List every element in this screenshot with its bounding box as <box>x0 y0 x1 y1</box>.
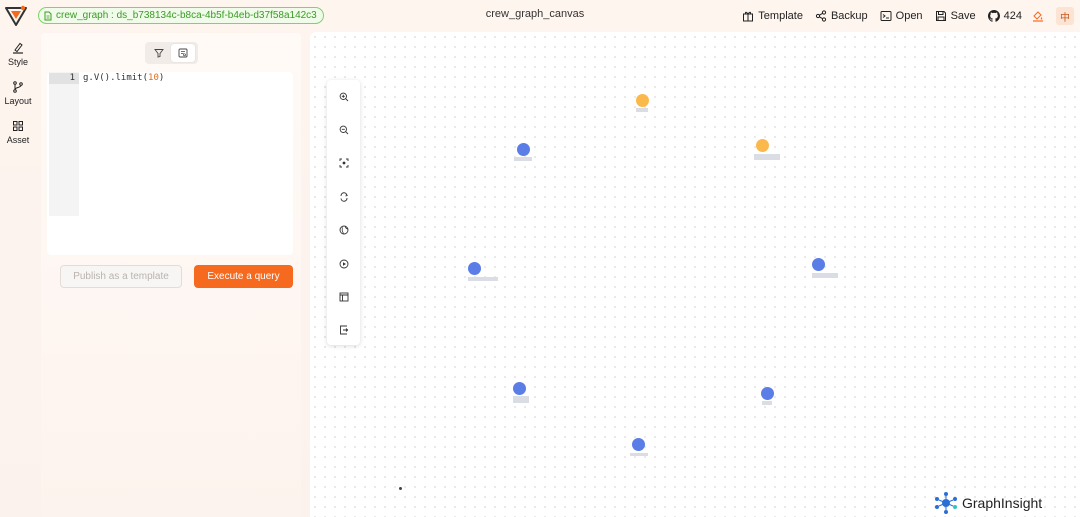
brush-icon <box>13 42 23 54</box>
graph-node[interactable] <box>468 262 481 275</box>
code-number: 10 <box>148 73 159 83</box>
node-label <box>468 277 498 281</box>
brand-watermark: GraphInsight <box>934 491 1042 515</box>
graph-node[interactable] <box>517 143 530 156</box>
share-icon <box>815 10 827 22</box>
globe-icon <box>339 225 348 235</box>
open-label: Open <box>895 10 923 22</box>
export-button[interactable] <box>327 320 360 340</box>
graph-canvas[interactable]: GraphInsight <box>310 32 1080 517</box>
sidebar-item-label: Layout <box>4 96 32 106</box>
graphinsight-logo-icon <box>935 492 957 514</box>
header-actions: Template Backup Open Save 424 中 <box>730 6 1074 26</box>
template-button[interactable]: Template <box>742 10 803 22</box>
template-label: Template <box>758 10 803 22</box>
node-label <box>812 273 838 278</box>
github-icon <box>987 10 1000 22</box>
backup-label: Backup <box>830 10 868 22</box>
node-label <box>630 453 648 456</box>
backup-button[interactable]: Backup <box>815 10 868 22</box>
editor-gutter <box>49 72 79 216</box>
zoom-out-icon <box>339 125 348 135</box>
github-stars: 424 <box>1003 10 1022 22</box>
zoom-in-icon <box>339 92 348 102</box>
canvas-title: crew_graph_canvas <box>485 8 585 20</box>
graph-node[interactable] <box>636 94 649 107</box>
sidebar-item-asset[interactable]: Asset <box>0 114 36 153</box>
dataset-badge[interactable]: crew_graph : ds_b738134c-b8ca-4b5f-b4eb-… <box>38 7 324 24</box>
code-search-icon <box>178 48 188 58</box>
language-toggle[interactable]: 中 <box>1056 7 1074 25</box>
node-label <box>636 108 648 112</box>
gift-icon <box>743 11 754 22</box>
terminal-icon <box>880 11 892 21</box>
node-label <box>762 401 772 405</box>
fit-view-icon <box>339 158 348 168</box>
line-number: 1 <box>49 73 79 84</box>
floppy-disk-icon <box>935 11 946 21</box>
node-label <box>514 157 532 161</box>
left-sidebar: Style Layout Asset <box>0 36 36 153</box>
zoom-out-button[interactable] <box>327 120 360 140</box>
save-label: Save <box>950 10 976 22</box>
code-text: ) <box>158 73 165 83</box>
query-mode-toggle <box>145 42 198 64</box>
graph-node-small[interactable] <box>399 487 402 490</box>
canvas-toolbar <box>327 80 360 345</box>
query-code-editor[interactable]: g.V().limit(10) <box>83 73 164 84</box>
layout-icon <box>339 292 348 302</box>
play-button[interactable] <box>327 254 360 274</box>
query-panel: 1 g.V().limit(10) Publish as a template … <box>41 33 301 517</box>
node-label <box>754 154 780 160</box>
switch-icon <box>340 192 348 202</box>
graph-node[interactable] <box>761 387 774 400</box>
filter-mode-button[interactable] <box>147 44 171 62</box>
sidebar-item-layout[interactable]: Layout <box>0 75 36 114</box>
theme-button[interactable] <box>1032 10 1048 22</box>
app-logo-icon[interactable] <box>4 4 28 28</box>
paint-bucket-icon <box>1033 11 1043 22</box>
graph-node[interactable] <box>756 139 769 152</box>
code-mode-button[interactable] <box>171 44 195 62</box>
fit-view-button[interactable] <box>327 153 360 173</box>
sidebar-item-label: Asset <box>6 135 30 145</box>
branch-icon <box>13 81 23 93</box>
dataset-label: crew_graph : ds_b738134c-b8ca-4b5f-b4eb-… <box>56 10 317 21</box>
play-icon <box>339 259 348 269</box>
query-editor-card: 1 g.V().limit(10) Publish as a template … <box>47 72 293 288</box>
graph-node[interactable] <box>812 258 825 271</box>
graph-node[interactable] <box>513 382 526 395</box>
sidebar-item-label: Style <box>7 57 28 67</box>
github-link[interactable]: 424 <box>987 10 1022 22</box>
header-bar: crew_graph : ds_b738134c-b8ca-4b5f-b4eb-… <box>0 0 1080 32</box>
graph-node[interactable] <box>632 438 645 451</box>
node-label <box>513 396 529 403</box>
code-text: g.V().limit( <box>83 73 149 83</box>
sidebar-item-style[interactable]: Style <box>0 36 36 75</box>
layout-button[interactable] <box>327 287 360 307</box>
grid-icon <box>13 121 23 131</box>
document-icon <box>44 11 52 20</box>
brand-name: GraphInsight <box>962 495 1043 511</box>
execute-query-button[interactable]: Execute a query <box>194 265 293 288</box>
publish-template-button[interactable]: Publish as a template <box>60 265 182 288</box>
globe-button[interactable] <box>327 220 360 240</box>
export-icon <box>339 325 348 335</box>
save-button[interactable]: Save <box>935 10 976 22</box>
switch-button[interactable] <box>327 187 360 207</box>
zoom-in-button[interactable] <box>327 87 360 107</box>
filter-icon <box>154 49 164 58</box>
open-button[interactable]: Open <box>880 10 923 22</box>
